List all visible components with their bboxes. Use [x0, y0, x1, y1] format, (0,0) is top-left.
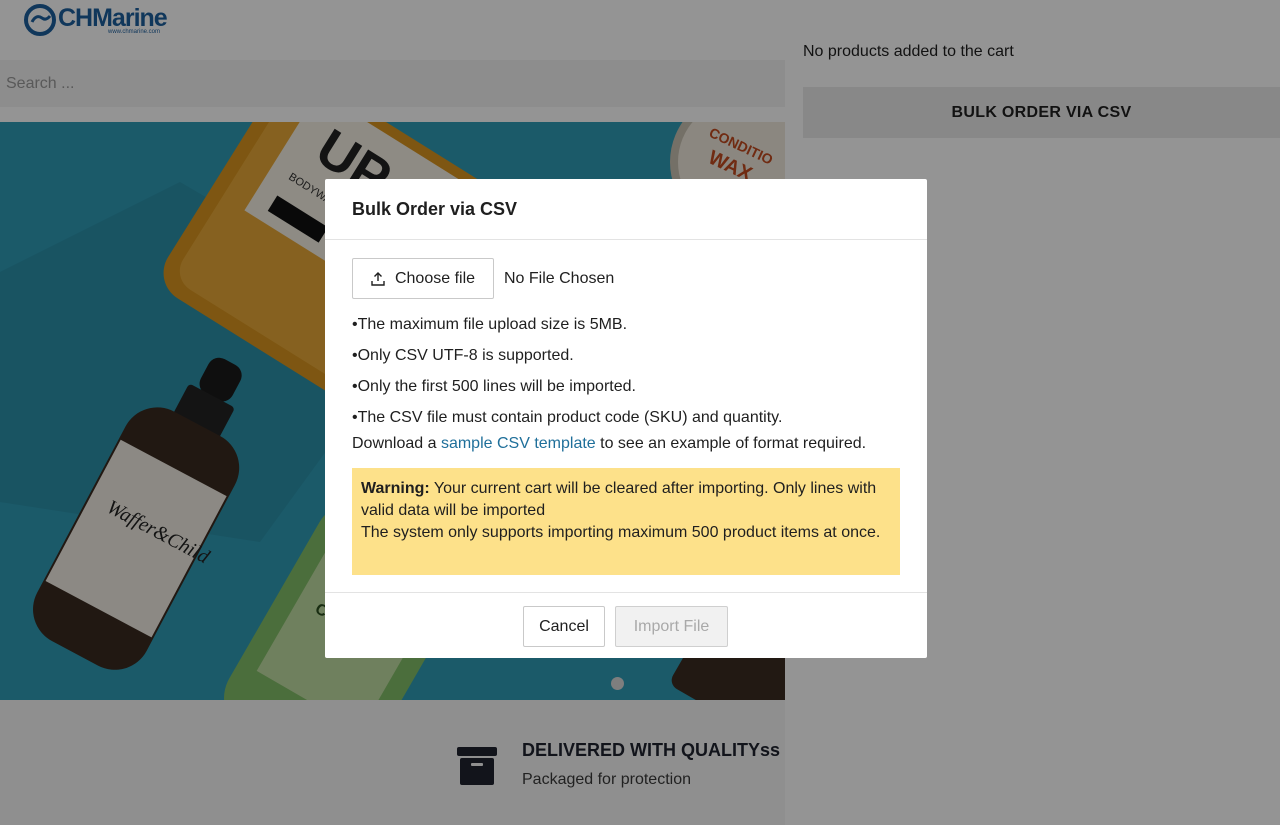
- upload-rules: The maximum file upload size is 5MB. Onl…: [352, 309, 912, 433]
- list-item: The maximum file upload size is 5MB.: [352, 309, 912, 340]
- upload-icon: [371, 271, 385, 286]
- download-hint: Download a sample CSV template to see an…: [352, 435, 866, 453]
- warning-box: Warning: Your current cart will be clear…: [352, 468, 900, 575]
- sample-csv-template-link[interactable]: sample CSV template: [441, 435, 596, 452]
- file-picker: Choose file No File Chosen: [352, 258, 614, 299]
- download-suffix: to see an example of format required.: [595, 435, 867, 452]
- warning-line-1: Warning: Your current cart will be clear…: [361, 478, 891, 522]
- warning-text: Your current cart will be cleared after …: [361, 480, 877, 519]
- modal-title: Bulk Order via CSV: [352, 199, 518, 219]
- download-prefix: Download a: [352, 435, 441, 452]
- modal-header: Bulk Order via CSV: [325, 179, 927, 240]
- choose-file-label: Choose file: [394, 269, 476, 287]
- modal-footer: Cancel Import File: [325, 592, 927, 658]
- warning-label: Warning:: [361, 480, 430, 497]
- cancel-button[interactable]: Cancel: [523, 606, 605, 647]
- list-item: Only CSV UTF-8 is supported.: [352, 340, 912, 371]
- import-file-button[interactable]: Import File: [615, 606, 728, 647]
- list-item: The CSV file must contain product code (…: [352, 402, 912, 433]
- list-item: Only the first 500 lines will be importe…: [352, 371, 912, 402]
- choose-file-button[interactable]: Choose file: [352, 258, 494, 299]
- warning-line-2: The system only supports importing maxim…: [361, 524, 881, 541]
- bulk-order-modal: Bulk Order via CSV Choose file No File C…: [325, 179, 927, 658]
- file-status: No File Chosen: [504, 269, 615, 287]
